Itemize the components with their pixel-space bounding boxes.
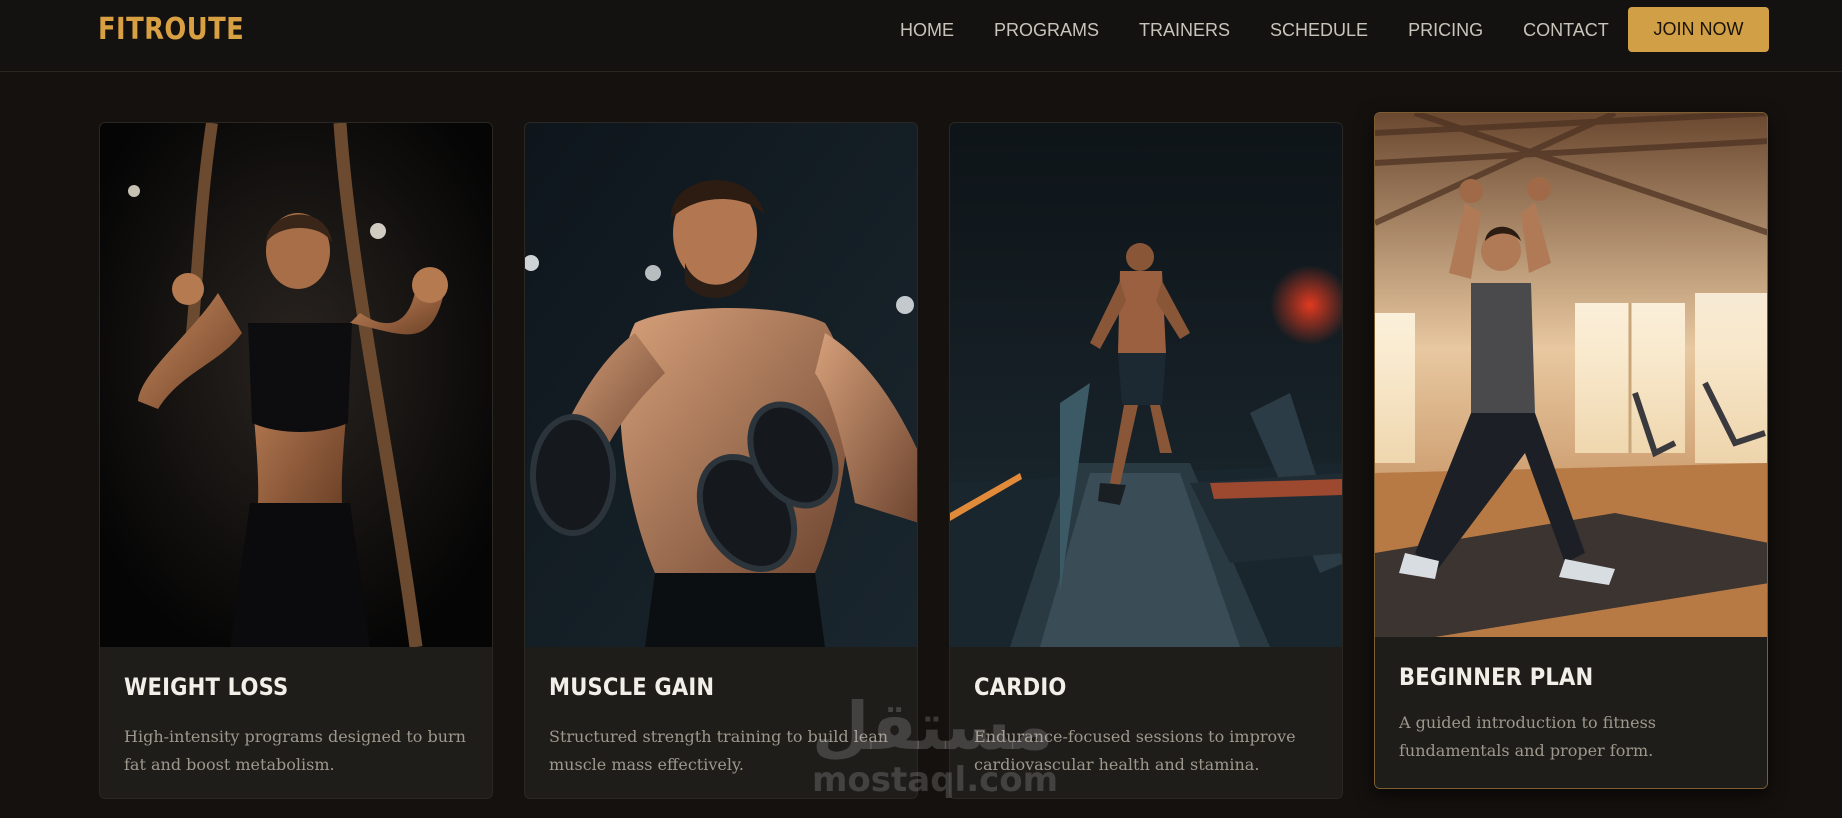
watermark-latin: mostaql.com [812,760,1059,800]
nav-link-home[interactable]: HOME [900,20,954,41]
brand-logo[interactable]: FITROUTE [98,12,244,47]
nav-link-pricing[interactable]: PRICING [1408,20,1483,41]
watermark-arabic: مستقل [812,688,1054,765]
stretch-pose-photo [1375,113,1767,637]
card-title: BEGINNER PLAN [1399,663,1594,691]
card-title: WEIGHT LOSS [124,673,289,701]
card-body: WEIGHT LOSS High-intensity programs desi… [100,647,492,798]
main-nav: HOME PROGRAMS TRAINERS SCHEDULE PRICING … [900,20,1649,41]
card-description: A guided introduction to fitness fundame… [1399,713,1656,760]
dumbbell-curl-photo [525,123,917,647]
site-header: FITROUTE HOME PROGRAMS TRAINERS SCHEDULE… [0,0,1842,72]
treadmill-run-photo [950,123,1342,647]
card-body: BEGINNER PLAN A guided introduction to f… [1375,637,1767,788]
battle-ropes-photo [100,123,492,647]
nav-link-contact[interactable]: CONTACT [1523,20,1609,41]
program-card-weight-loss[interactable]: WEIGHT LOSS High-intensity programs desi… [99,122,493,799]
join-now-button[interactable]: JOIN NOW [1628,7,1769,52]
nav-link-trainers[interactable]: TRAINERS [1139,20,1230,41]
card-title: MUSCLE GAIN [549,673,715,701]
nav-link-schedule[interactable]: SCHEDULE [1270,20,1368,41]
program-card-beginner-plan[interactable]: BEGINNER PLAN A guided introduction to f… [1374,112,1768,789]
nav-link-programs[interactable]: PROGRAMS [994,20,1099,41]
card-description: High-intensity programs designed to burn… [124,727,466,774]
